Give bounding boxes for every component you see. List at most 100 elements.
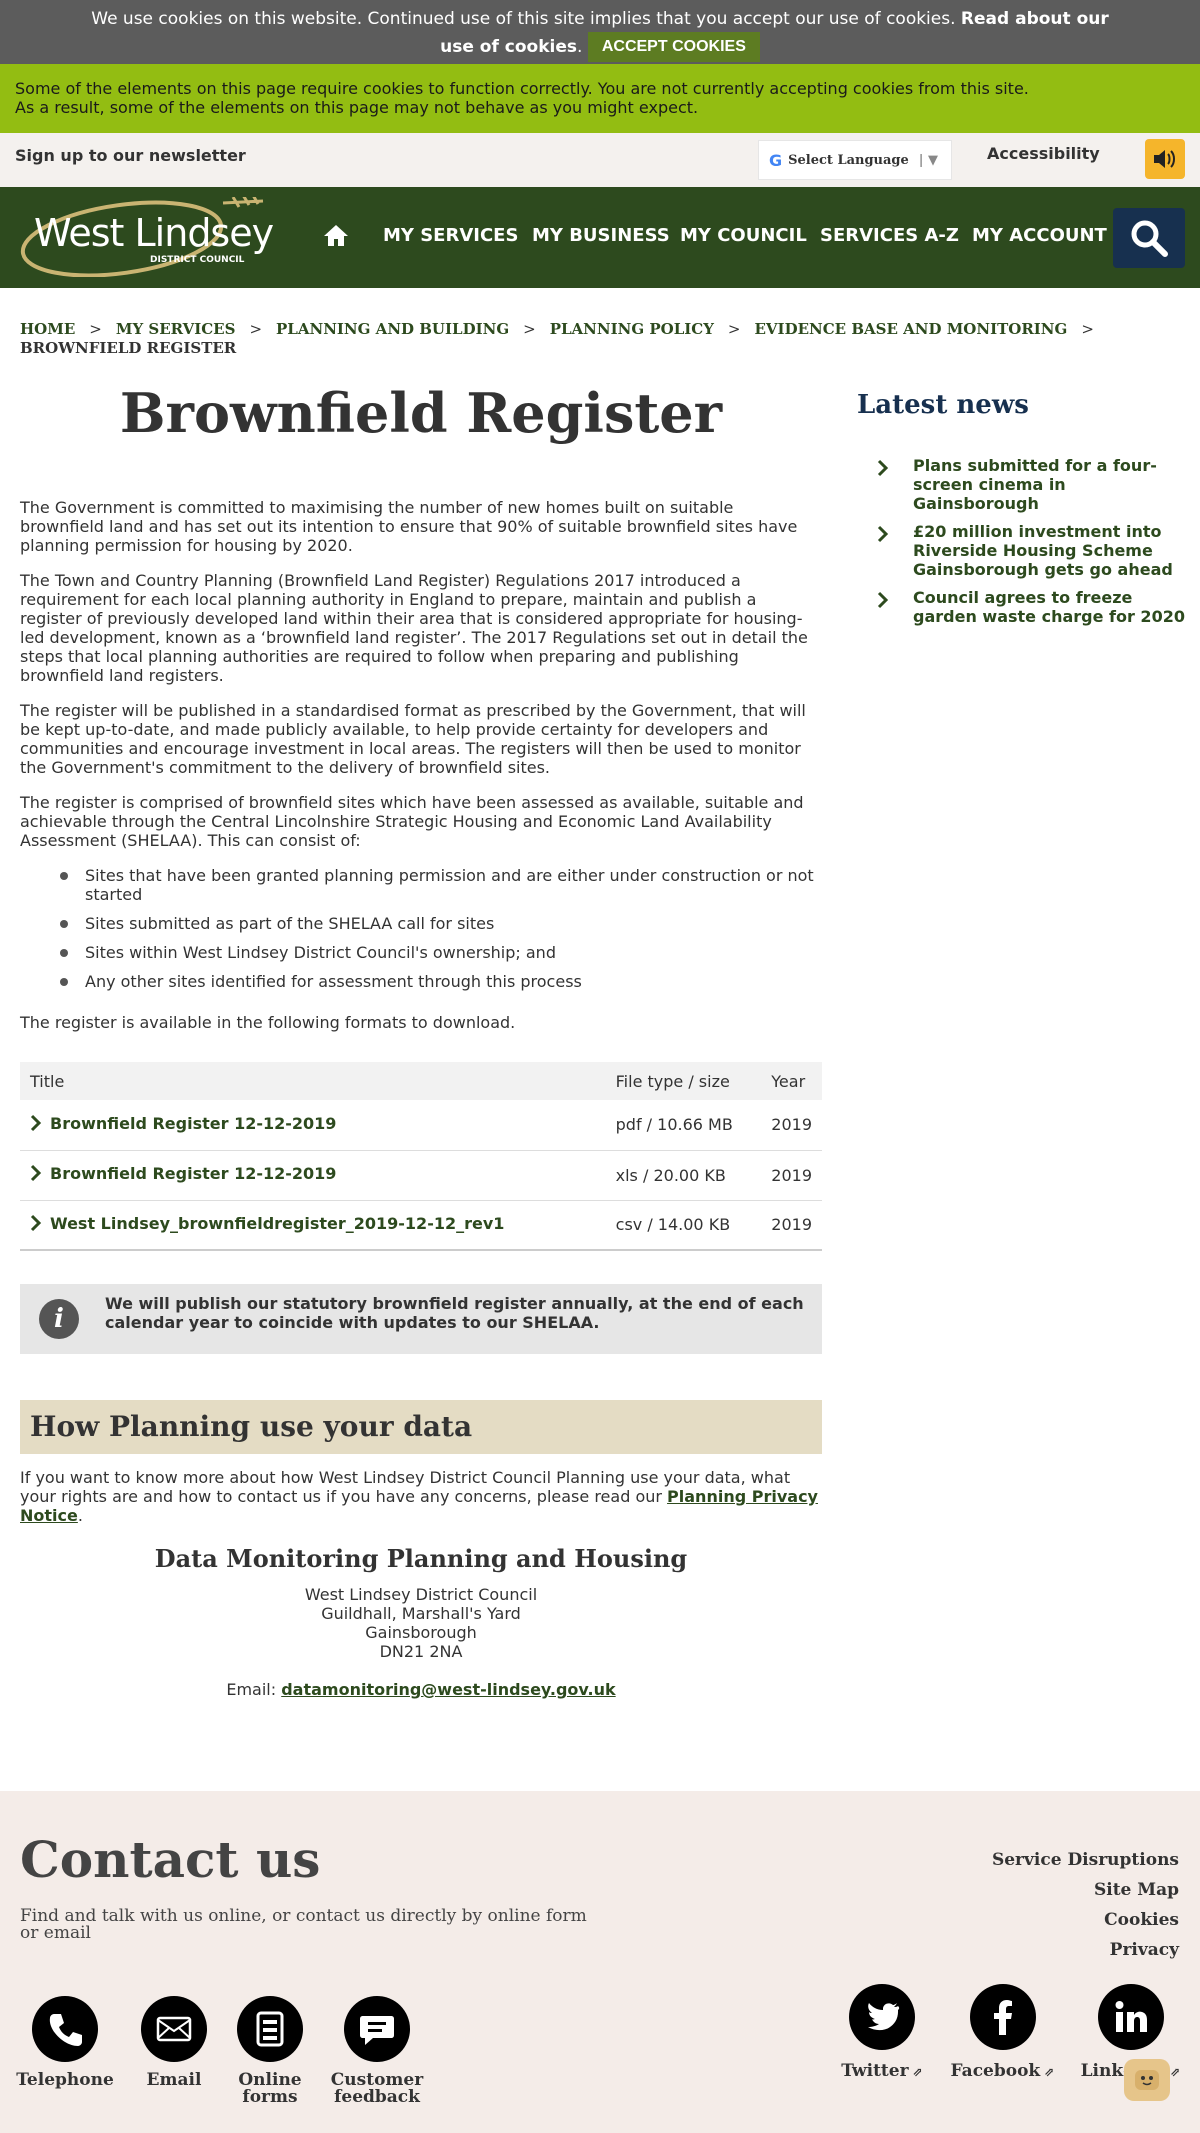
- form-icon: [237, 1996, 303, 2062]
- email-line: Email: datamonitoring@west-lindsey.gov.u…: [20, 1680, 822, 1699]
- email-label: Email:: [226, 1680, 277, 1699]
- telephone-contact[interactable]: Telephone: [15, 1996, 115, 2089]
- list-item: Sites that have been granted planning pe…: [58, 866, 822, 904]
- contact-block: Data Monitoring Planning and Housing Wes…: [20, 1543, 822, 1699]
- address-line: Guildhall, Marshall's Yard: [321, 1604, 521, 1623]
- phone-icon: [32, 1996, 98, 2062]
- language-select[interactable]: G Select Language | ▼: [758, 140, 952, 180]
- file-type-size: csv / 14.00 KB: [605, 1200, 762, 1251]
- home-icon[interactable]: [323, 223, 349, 251]
- download-link[interactable]: West Lindsey_brownfieldregister_2019-12-…: [30, 1214, 504, 1233]
- info-icon: i: [39, 1299, 79, 1339]
- column-header-title: Title: [20, 1062, 606, 1100]
- contact-block-heading: Data Monitoring Planning and Housing: [154, 1544, 688, 1573]
- linkedin-icon: [1097, 1984, 1164, 2050]
- breadcrumb: HOME > MY SERVICES > PLANNING AND BUILDING > P…: [20, 320, 1094, 357]
- search-icon: [1131, 220, 1168, 257]
- read-aloud-button[interactable]: [1145, 139, 1185, 179]
- email-label: Email: [146, 2070, 202, 2090]
- downloads-table: Title File type / size Year Brownfield R…: [20, 1062, 822, 1251]
- table-row: Brownfield Register 12-12-2019 pdf / 10.…: [20, 1100, 822, 1151]
- download-link[interactable]: Brownfield Register 12-12-2019: [30, 1164, 336, 1183]
- breadcrumb-planning-policy[interactable]: PLANNING POLICY: [550, 320, 714, 338]
- list-item: Sites submitted as part of the SHELAA ca…: [58, 914, 822, 933]
- speaker-icon: [1154, 150, 1175, 168]
- caret-down-icon: | ▼: [918, 152, 939, 168]
- address-line: West Lindsey District Council: [304, 1585, 538, 1604]
- email-link[interactable]: datamonitoring@west-lindsey.gov.uk: [281, 1680, 615, 1699]
- footer-link-service-disruptions[interactable]: Service Disruptions: [992, 1845, 1179, 1875]
- info-callout: i We will publish our statutory brownfie…: [20, 1284, 822, 1354]
- cookie-warning-line2: As a result, some of the elements on thi…: [15, 98, 699, 117]
- paragraph-3: The register will be published in a stan…: [20, 701, 806, 777]
- nav-my-business[interactable]: MY BUSINESS: [532, 225, 670, 246]
- breadcrumb-current: BROWNFIELD REGISTER: [20, 339, 237, 357]
- file-type-size: xls / 20.00 KB: [605, 1150, 762, 1201]
- paragraph-4: The register is comprised of brownfield …: [20, 793, 804, 850]
- list-item: Sites within West Lindsey District Counc…: [58, 943, 822, 962]
- footer-link-privacy[interactable]: Privacy: [992, 1935, 1179, 1965]
- breadcrumb-planning-and-building[interactable]: PLANNING AND BUILDING: [276, 320, 509, 338]
- footer-link-site-map[interactable]: Site Map: [992, 1875, 1179, 1905]
- language-select-label: Select Language: [788, 152, 909, 168]
- breadcrumb-my-services[interactable]: MY SERVICES: [116, 320, 236, 338]
- breadcrumb-evidence-base[interactable]: EVIDENCE BASE AND MONITORING: [754, 320, 1067, 338]
- site-types-list: Sites that have been granted planning pe…: [58, 866, 822, 991]
- table-row: West Lindsey_brownfieldregister_2019-12-…: [20, 1200, 822, 1251]
- chat-widget-button[interactable]: [1124, 2059, 1170, 2101]
- file-year: 2019: [761, 1100, 822, 1151]
- logo-subtext: DISTRICT COUNCIL: [150, 255, 245, 265]
- news-list: Plans submitted for a four-screen cinema…: [857, 456, 1187, 626]
- download-link-label: Brownfield Register 12-12-2019: [50, 1113, 337, 1133]
- file-year: 2019: [761, 1150, 822, 1201]
- nav-my-services[interactable]: MY SERVICES: [383, 225, 518, 246]
- breadcrumb-home[interactable]: HOME: [20, 320, 75, 338]
- accept-cookies-button[interactable]: ACCEPT COOKIES: [587, 32, 760, 62]
- cookie-warning: Some of the elements on this page requir…: [0, 64, 1200, 133]
- facebook-icon: [969, 1984, 1036, 2050]
- address-line: DN21 2NA: [379, 1642, 463, 1661]
- address-line: Gainsborough: [365, 1623, 477, 1642]
- file-year: 2019: [761, 1200, 822, 1251]
- customer-feedback-contact[interactable]: Customer feedback: [327, 1996, 427, 2106]
- google-icon: G: [769, 150, 783, 170]
- chevron-right-icon: [30, 1214, 42, 1232]
- nav-my-account[interactable]: MY ACCOUNT: [972, 225, 1107, 246]
- cookie-text: We use cookies on this website. Continue…: [91, 9, 956, 29]
- nav-services-a-z[interactable]: SERVICES A-Z: [820, 225, 959, 246]
- newsletter-link[interactable]: Sign up to our newsletter: [15, 146, 246, 165]
- news-item: Council agrees to freeze garden waste ch…: [857, 588, 1187, 626]
- nav-my-council[interactable]: MY COUNCIL: [680, 225, 807, 246]
- online-forms-contact[interactable]: Online forms: [225, 1996, 315, 2106]
- page-title: Brownfield Register: [119, 381, 723, 445]
- footer-links: Service Disruptions Site Map Cookies Pri…: [992, 1845, 1179, 1965]
- column-header-type: File type / size: [605, 1062, 762, 1100]
- customer-feedback-label: Customer feedback: [330, 2070, 424, 2107]
- cookie-banner: We use cookies on this website. Continue…: [0, 0, 1200, 64]
- online-forms-label: Online forms: [238, 2070, 302, 2107]
- telephone-label: Telephone: [16, 2070, 114, 2090]
- news-link[interactable]: Council agrees to freeze garden waste ch…: [913, 588, 1185, 626]
- download-link[interactable]: Brownfield Register 12-12-2019: [30, 1114, 336, 1133]
- table-header-row: Title File type / size Year: [20, 1062, 822, 1100]
- latest-news-heading: Latest news: [857, 390, 1029, 420]
- email-contact[interactable]: Email: [129, 1996, 219, 2089]
- news-link[interactable]: Plans submitted for a four-screen cinema…: [913, 456, 1157, 513]
- table-row: Brownfield Register 12-12-2019 xls / 20.…: [20, 1150, 822, 1201]
- envelope-icon: [141, 1996, 207, 2062]
- accessibility-link[interactable]: Accessibility: [987, 144, 1100, 163]
- footer-link-cookies[interactable]: Cookies: [992, 1905, 1179, 1935]
- news-item: £20 million investment into Riverside Ho…: [857, 522, 1187, 579]
- twitter-link[interactable]: Twitter ⇗: [832, 1984, 932, 2081]
- west-lindsey-logo[interactable]: West Lindsey DISTRICT COUNCIL: [18, 194, 278, 278]
- info-text: We will publish our statutory brownfield…: [105, 1294, 804, 1332]
- facebook-label: Facebook: [950, 2061, 1041, 2081]
- facebook-link[interactable]: Facebook ⇗: [950, 1984, 1055, 2081]
- sidebar: Latest news Plans submitted for a four-s…: [857, 390, 1187, 635]
- chevron-right-icon: [877, 459, 889, 477]
- news-item: Plans submitted for a four-screen cinema…: [857, 456, 1187, 513]
- search-button[interactable]: [1113, 208, 1185, 268]
- news-link[interactable]: £20 million investment into Riverside Ho…: [913, 522, 1173, 579]
- contact-heading: Contact us: [20, 1830, 321, 1889]
- column-header-year: Year: [761, 1062, 822, 1100]
